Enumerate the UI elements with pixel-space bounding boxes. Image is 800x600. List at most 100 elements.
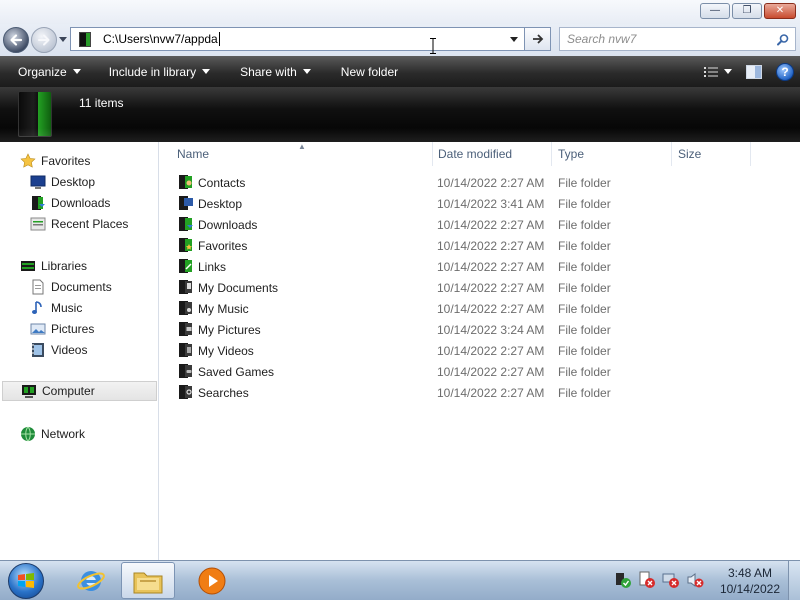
nav-desktop[interactable]: Desktop	[0, 172, 158, 192]
file-row[interactable]: My Pictures 10/14/2022 3:24 AM File fold…	[160, 319, 800, 340]
recent-pages-dropdown[interactable]	[59, 37, 67, 42]
organize-label: Organize	[18, 64, 67, 79]
close-icon: ✕	[775, 5, 785, 16]
share-with-menu[interactable]: Share with	[222, 56, 323, 87]
nav-network[interactable]: Network	[0, 424, 158, 444]
file-date: 10/14/2022 2:27 AM	[437, 259, 545, 274]
file-date: 10/14/2022 2:27 AM	[437, 217, 545, 232]
links-folder-icon	[179, 259, 192, 273]
search-box[interactable]: Search nvw7	[559, 27, 796, 51]
nav-downloads[interactable]: Downloads	[0, 193, 158, 213]
search-input[interactable]: Search nvw7	[567, 32, 636, 46]
clock-time: 3:48 AM	[727, 566, 772, 580]
file-row[interactable]: Contacts 10/14/2022 2:27 AM File folder	[160, 172, 800, 193]
nav-pictures[interactable]: Pictures	[0, 319, 158, 339]
desktop-folder-icon	[179, 196, 193, 210]
taskbar-internet-explorer[interactable]	[64, 562, 118, 599]
column-header-type[interactable]: Type	[551, 142, 672, 166]
file-name: Favorites	[198, 238, 248, 253]
action-center-icon[interactable]	[614, 571, 632, 589]
include-in-library-menu[interactable]: Include in library	[93, 56, 222, 87]
folder-icon	[79, 31, 91, 47]
back-button[interactable]	[3, 27, 29, 53]
start-button[interactable]	[8, 563, 44, 599]
file-date: 10/14/2022 2:27 AM	[437, 301, 545, 316]
pictures-folder-icon	[179, 322, 192, 336]
new-folder-button[interactable]: New folder	[323, 56, 410, 87]
column-header-type-label: Type	[558, 147, 585, 161]
preview-pane-icon[interactable]	[746, 64, 762, 79]
file-name: Desktop	[198, 196, 243, 211]
forward-button[interactable]	[31, 27, 57, 53]
file-date: 10/14/2022 3:41 AM	[437, 196, 545, 211]
nav-documents[interactable]: Documents	[0, 277, 158, 297]
search-icon[interactable]	[776, 33, 790, 47]
volume-muted-icon[interactable]	[686, 571, 704, 589]
system-tray	[614, 571, 704, 589]
music-folder-icon	[179, 301, 192, 315]
documents-folder-icon	[179, 280, 192, 294]
new-folder-label: New folder	[340, 64, 399, 79]
nav-recent-places[interactable]: Recent Places	[0, 214, 158, 234]
nav-recent-places-label: Recent Places	[51, 217, 129, 231]
taskbar-media-player[interactable]	[185, 562, 239, 599]
file-date: 10/14/2022 2:27 AM	[437, 343, 545, 358]
file-row[interactable]: Desktop 10/14/2022 3:41 AM File folder	[160, 193, 800, 214]
libraries-icon	[21, 261, 35, 271]
address-bar[interactable]: C:\Users\nvw7/appda	[70, 27, 525, 51]
file-type: File folder	[558, 175, 611, 190]
column-header-name-label: Name	[177, 147, 210, 161]
file-name: Links	[198, 259, 227, 274]
network-error-icon[interactable]	[662, 571, 680, 589]
column-header-size[interactable]: Size	[671, 142, 751, 166]
maximize-button[interactable]: ❐	[732, 3, 762, 19]
column-header-date-modified[interactable]: Date modified	[431, 142, 552, 166]
file-row[interactable]: My Music 10/14/2022 2:27 AM File folder	[160, 298, 800, 319]
show-desktop-button[interactable]	[788, 561, 800, 600]
address-dropdown-icon[interactable]	[510, 37, 518, 42]
view-list-icon	[704, 66, 718, 77]
file-type: File folder	[558, 322, 611, 337]
file-row[interactable]: Saved Games 10/14/2022 2:27 AM File fold…	[160, 361, 800, 382]
minimize-button[interactable]: —	[700, 3, 730, 19]
nav-computer[interactable]: Computer	[2, 381, 157, 401]
clock-date: 10/14/2022	[719, 582, 780, 596]
nav-music-label: Music	[51, 301, 83, 315]
file-type: File folder	[558, 343, 611, 358]
file-row[interactable]: My Videos 10/14/2022 2:27 AM File folder	[160, 340, 800, 361]
file-name: My Pictures	[198, 322, 261, 337]
taskbar-windows-explorer[interactable]	[121, 562, 175, 599]
chevron-down-icon	[302, 69, 311, 74]
nav-favorites[interactable]: Favorites	[0, 151, 158, 171]
pictures-icon	[30, 323, 46, 335]
help-button[interactable]: ?	[776, 62, 794, 81]
nav-desktop-label: Desktop	[51, 175, 96, 189]
organize-menu[interactable]: Organize	[0, 56, 93, 87]
file-type: File folder	[558, 217, 611, 232]
file-row[interactable]: Downloads 10/14/2022 2:27 AM File folder	[160, 214, 800, 235]
maximize-icon: ❐	[742, 5, 752, 16]
file-row[interactable]: Links 10/14/2022 2:27 AM File folder	[160, 256, 800, 277]
include-in-library-label: Include in library	[108, 64, 197, 79]
nav-downloads-label: Downloads	[51, 196, 111, 210]
file-row[interactable]: Favorites 10/14/2022 2:27 AM File folder	[160, 235, 800, 256]
go-button[interactable]	[525, 27, 551, 51]
nav-videos[interactable]: Videos	[0, 340, 158, 360]
address-input[interactable]: C:\Users\nvw7/appda	[103, 32, 220, 47]
nav-music[interactable]: Music	[0, 298, 158, 318]
media-player-icon	[198, 567, 226, 594]
system-clock[interactable]: 3:48 AM 10/14/2022	[720, 565, 780, 597]
file-row[interactable]: My Documents 10/14/2022 2:27 AM File fol…	[160, 277, 800, 298]
window-controls: — ❐ ✕	[700, 3, 796, 19]
power-error-icon[interactable]	[638, 571, 656, 589]
file-type: File folder	[558, 196, 611, 211]
taskbar: 3:48 AM 10/14/2022	[0, 560, 800, 600]
file-row[interactable]: Searches 10/14/2022 2:27 AM File folder	[160, 382, 800, 403]
change-view-button[interactable]	[704, 66, 732, 78]
nav-libraries-label: Libraries	[41, 259, 88, 273]
file-type: File folder	[558, 259, 611, 274]
close-button[interactable]: ✕	[764, 3, 796, 19]
nav-libraries[interactable]: Libraries	[0, 256, 158, 276]
minimize-icon: —	[710, 5, 720, 16]
file-date: 10/14/2022 3:24 AM	[437, 322, 545, 337]
